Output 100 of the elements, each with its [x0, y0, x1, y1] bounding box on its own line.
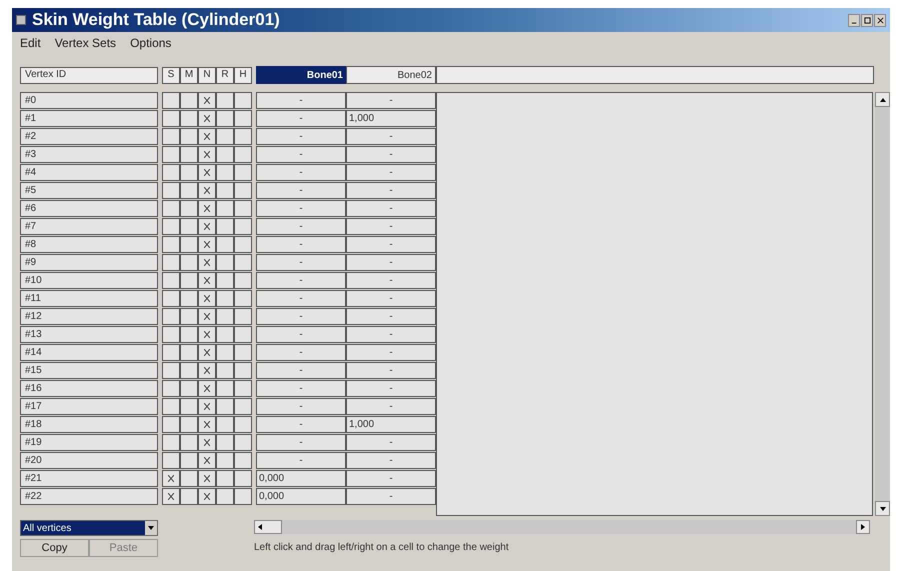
flag-cell[interactable] — [216, 434, 234, 451]
flag-cell[interactable] — [162, 272, 180, 289]
weight-cell[interactable]: - — [346, 380, 436, 397]
flag-cell[interactable] — [234, 326, 252, 343]
weight-cell[interactable]: - — [346, 146, 436, 163]
flag-cell[interactable] — [234, 200, 252, 217]
weight-cell[interactable]: - — [256, 254, 346, 271]
flag-cell[interactable] — [162, 92, 180, 109]
flag-cell[interactable] — [234, 164, 252, 181]
weight-cell[interactable]: - — [256, 362, 346, 379]
flag-cell[interactable] — [162, 290, 180, 307]
flag-cell[interactable] — [162, 182, 180, 199]
flag-cell[interactable] — [198, 380, 216, 397]
flag-cell[interactable] — [198, 236, 216, 253]
flag-cell[interactable] — [198, 398, 216, 415]
flag-cell[interactable] — [216, 380, 234, 397]
weight-cell[interactable]: - — [346, 344, 436, 361]
flag-cell[interactable] — [198, 128, 216, 145]
bone-column-header[interactable]: Bone01 — [256, 66, 346, 84]
menu-item[interactable]: Edit — [20, 34, 41, 52]
flag-cell[interactable] — [162, 488, 180, 505]
weight-cell[interactable]: - — [256, 92, 346, 109]
flag-cell[interactable] — [162, 236, 180, 253]
weight-cell[interactable]: - — [256, 416, 346, 433]
flag-cell[interactable] — [216, 326, 234, 343]
flag-cell[interactable] — [198, 92, 216, 109]
weight-cell[interactable]: - — [346, 164, 436, 181]
flag-cell[interactable] — [234, 128, 252, 145]
flag-cell[interactable] — [180, 470, 198, 487]
flag-cell[interactable] — [216, 182, 234, 199]
weight-cell[interactable]: - — [256, 398, 346, 415]
vertex-set-dropdown[interactable]: All vertices — [20, 520, 158, 536]
weight-cell[interactable]: 1,000 — [346, 110, 436, 127]
weight-cell[interactable]: - — [346, 92, 436, 109]
weight-cell[interactable]: - — [346, 218, 436, 235]
flag-cell[interactable] — [162, 470, 180, 487]
flag-cell[interactable] — [234, 362, 252, 379]
flag-cell[interactable] — [162, 308, 180, 325]
flag-cell[interactable] — [180, 218, 198, 235]
scroll-down-icon[interactable] — [875, 501, 890, 516]
flag-cell[interactable] — [234, 146, 252, 163]
weight-cell[interactable]: - — [256, 182, 346, 199]
weight-cell[interactable]: - — [346, 200, 436, 217]
flag-cell[interactable] — [180, 290, 198, 307]
weight-cell[interactable]: - — [256, 146, 346, 163]
vertical-scrollbar[interactable] — [875, 92, 890, 516]
weight-cell[interactable]: - — [256, 434, 346, 451]
flag-cell[interactable] — [162, 326, 180, 343]
flag-cell[interactable] — [216, 470, 234, 487]
flag-cell[interactable] — [216, 452, 234, 469]
weight-cell[interactable]: 1,000 — [346, 416, 436, 433]
weight-cell[interactable]: - — [346, 272, 436, 289]
flag-cell[interactable] — [162, 434, 180, 451]
flag-cell[interactable] — [180, 434, 198, 451]
flag-cell[interactable] — [162, 110, 180, 127]
flag-cell[interactable] — [180, 380, 198, 397]
flag-cell[interactable] — [180, 272, 198, 289]
weight-cell[interactable]: - — [346, 452, 436, 469]
weight-cell[interactable]: - — [256, 380, 346, 397]
flag-cell[interactable] — [198, 254, 216, 271]
flag-cell[interactable] — [216, 398, 234, 415]
flag-cell[interactable] — [198, 200, 216, 217]
flag-cell[interactable] — [162, 362, 180, 379]
flag-cell[interactable] — [180, 254, 198, 271]
flag-cell[interactable] — [162, 416, 180, 433]
menu-item[interactable]: Options — [130, 34, 172, 52]
copy-button[interactable]: Copy — [20, 539, 89, 557]
bone-column-header[interactable]: Bone02 — [346, 66, 436, 84]
weight-cell[interactable]: - — [346, 434, 436, 451]
flag-cell[interactable] — [162, 128, 180, 145]
flag-cell[interactable] — [180, 92, 198, 109]
flag-cell[interactable] — [198, 452, 216, 469]
weight-cell[interactable]: - — [346, 326, 436, 343]
weight-cell[interactable]: - — [256, 236, 346, 253]
flag-cell[interactable] — [234, 290, 252, 307]
weight-cell[interactable]: - — [256, 200, 346, 217]
flag-cell[interactable] — [216, 344, 234, 361]
flag-cell[interactable] — [198, 416, 216, 433]
flag-cell[interactable] — [162, 398, 180, 415]
flag-cell[interactable] — [198, 344, 216, 361]
flag-cell[interactable] — [162, 344, 180, 361]
scroll-right-icon[interactable] — [856, 520, 870, 534]
weight-cell[interactable]: - — [346, 488, 436, 505]
flag-cell[interactable] — [198, 434, 216, 451]
flag-cell[interactable] — [180, 362, 198, 379]
weight-cell[interactable]: - — [256, 164, 346, 181]
flag-cell[interactable] — [198, 488, 216, 505]
minimize-button[interactable] — [848, 14, 860, 26]
flag-cell[interactable] — [234, 182, 252, 199]
flag-cell[interactable] — [162, 164, 180, 181]
flag-cell[interactable] — [216, 272, 234, 289]
weight-cell[interactable]: - — [346, 308, 436, 325]
menu-item[interactable]: Vertex Sets — [54, 34, 116, 52]
flag-cell[interactable] — [216, 362, 234, 379]
flag-cell[interactable] — [180, 164, 198, 181]
flag-cell[interactable] — [198, 290, 216, 307]
weight-cell[interactable]: - — [256, 110, 346, 127]
flag-cell[interactable] — [180, 182, 198, 199]
weight-cell[interactable]: - — [256, 452, 346, 469]
flag-cell[interactable] — [198, 218, 216, 235]
